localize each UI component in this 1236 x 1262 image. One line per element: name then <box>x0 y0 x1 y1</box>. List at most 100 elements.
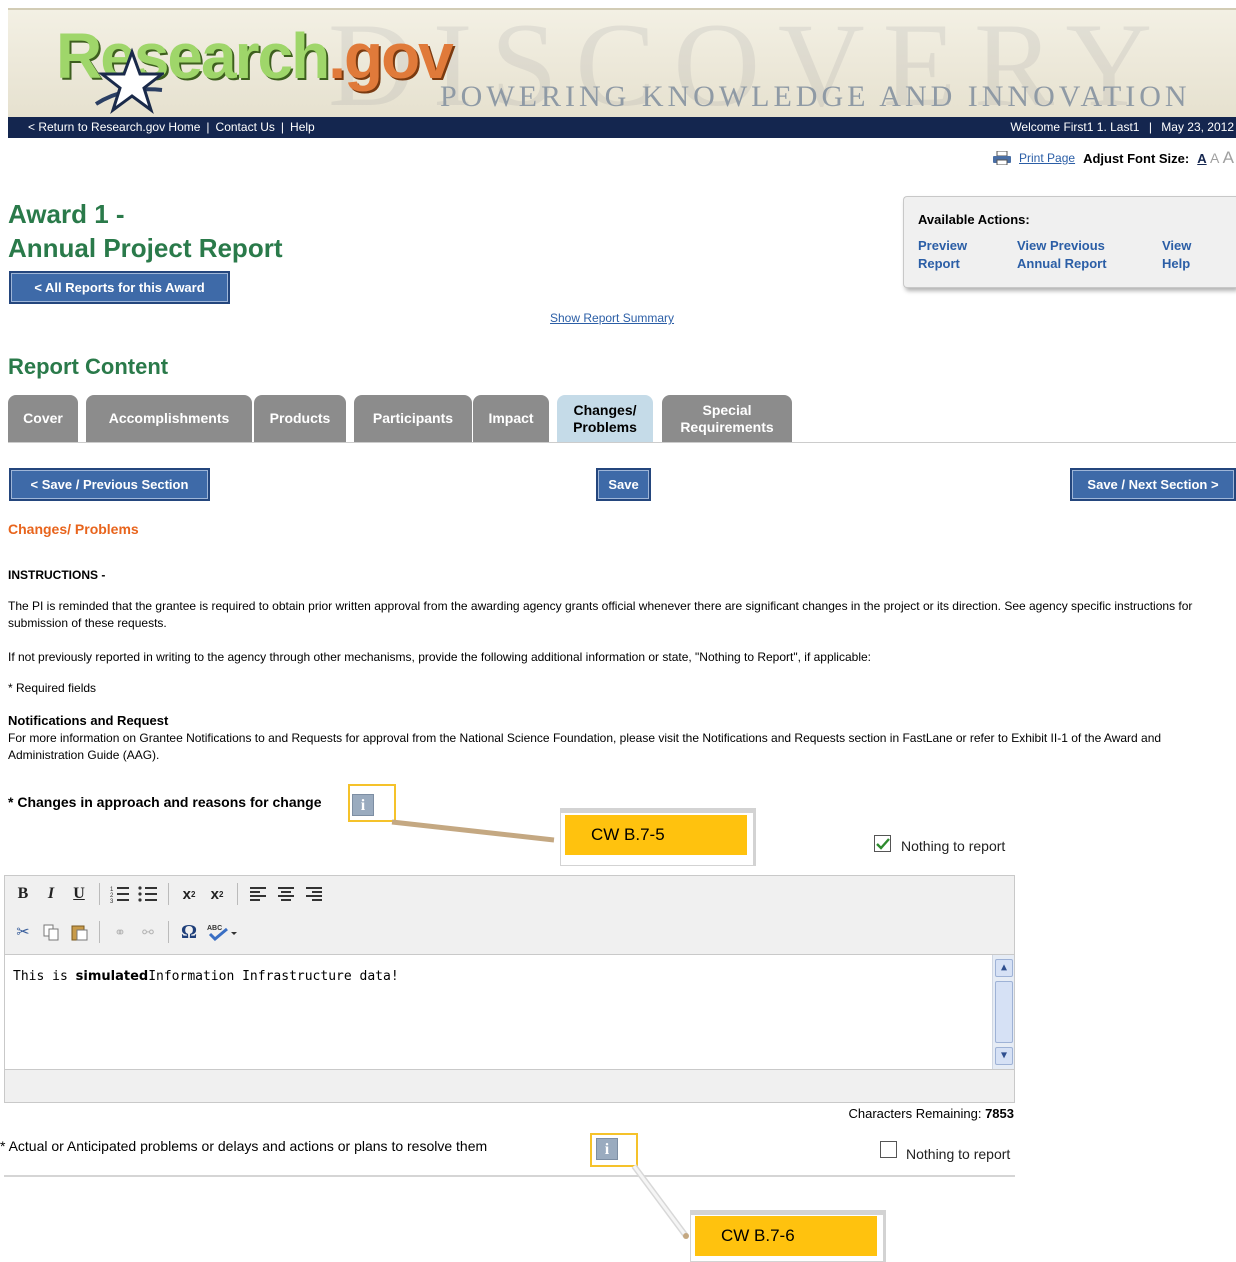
editor-text: This is <box>13 969 76 984</box>
tab-changes-problems[interactable]: Changes/ Problems <box>557 395 653 442</box>
return-home-link[interactable]: < Return to Research.gov Home <box>28 120 200 134</box>
logo-text-suffix: .gov <box>328 20 454 92</box>
underline-icon[interactable]: U <box>67 882 91 906</box>
unlink-icon[interactable]: ⚯ <box>136 920 160 944</box>
page-title-line1: Award 1 - <box>8 199 125 229</box>
print-page-link[interactable]: Print Page <box>1019 151 1075 165</box>
tab-special-requirements[interactable]: Special Requirements <box>662 395 792 442</box>
font-size-small[interactable]: A <box>1197 151 1206 166</box>
header-watermark: DISCOVERY <box>328 8 1171 131</box>
font-size-options: A A A <box>1197 148 1234 168</box>
numbered-list-icon[interactable]: 123 <box>108 882 132 906</box>
toolbar-separator <box>168 883 169 905</box>
bullet-list-icon[interactable] <box>136 882 160 906</box>
view-help-link[interactable]: View Help <box>1162 237 1191 273</box>
scroll-up-icon[interactable]: ▲ <box>995 959 1013 977</box>
welcome-text: Welcome First1 1. Last1 | May 23, 2012 <box>1010 117 1234 138</box>
copy-icon[interactable] <box>39 920 63 944</box>
action-label-line2: Help <box>1162 256 1191 271</box>
tab-label-line1: Changes/ <box>573 401 637 418</box>
current-date: May 23, 2012 <box>1161 120 1234 134</box>
editor-text-area[interactable]: This is simulatedInformation Infrastruct… <box>5 954 1014 1070</box>
info-icon[interactable]: i <box>352 794 374 816</box>
nothing-to-report-label: Nothing to report <box>901 838 1006 854</box>
align-left-icon[interactable] <box>246 882 270 906</box>
nothing-to-report-checkbox[interactable] <box>874 835 891 852</box>
tab-cover[interactable]: Cover <box>8 395 78 442</box>
problems-delays-label: * Actual or Anticipated problems or dela… <box>0 1138 590 1154</box>
tab-label: Participants <box>372 410 454 426</box>
link-icon[interactable]: ⚭ <box>108 920 132 944</box>
show-report-summary-link[interactable]: Show Report Summary <box>550 311 674 325</box>
tab-label-line2: Problems <box>573 418 637 435</box>
tab-accomplishments[interactable]: Accomplishments <box>86 395 252 442</box>
scroll-down-icon[interactable]: ▼ <box>995 1047 1013 1065</box>
tab-products[interactable]: Products <box>254 395 346 442</box>
bold-icon[interactable]: B <box>11 882 35 906</box>
section-divider <box>4 1175 1015 1177</box>
notifications-text: For more information on Grantee Notifica… <box>8 731 1162 762</box>
required-fields-note: * Required fields <box>8 681 97 695</box>
instructions-paragraph-2: If not previously reported in writing to… <box>8 650 871 664</box>
characters-remaining: Characters Remaining: 7853 <box>849 1106 1015 1121</box>
contact-us-link[interactable]: Contact Us <box>216 120 275 134</box>
editor-scrollbar[interactable]: ▲ ▼ <box>992 955 1014 1069</box>
subscript-icon[interactable]: x2 <box>177 882 201 906</box>
toolbar-separator <box>168 921 169 943</box>
nav-separator: | <box>280 120 285 134</box>
editor-toolbar-row-1: B I U 123 x2 x2 <box>11 880 326 908</box>
action-label-line1: View Previous <box>1017 238 1105 253</box>
scrollbar-thumb[interactable] <box>995 981 1013 1043</box>
header-tagline: POWERING KNOWLEDGE AND INNOVATION <box>440 80 1191 113</box>
tab-label-line1: Special <box>702 401 752 418</box>
tab-label: Products <box>269 410 331 426</box>
section-heading: Changes/ Problems <box>8 521 139 537</box>
annotation-callout-2: CW B.7-6 <box>695 1216 877 1256</box>
align-right-icon[interactable] <box>302 882 326 906</box>
nothing-to-report-checkbox-2[interactable] <box>880 1141 897 1158</box>
tab-label: Impact <box>488 410 534 426</box>
save-previous-section-button[interactable]: < Save / Previous Section <box>9 468 210 501</box>
editor-toolbar-row-2: ✂ ⚭ ⚯ Ω ABC <box>11 918 239 946</box>
instructions-paragraph-1: The PI is reminded that the grantee is r… <box>8 599 1193 630</box>
save-next-section-button[interactable]: Save / Next Section > <box>1070 468 1236 501</box>
annotation-callout: CW B.7-5 <box>565 815 747 855</box>
action-label-line1: View <box>1162 238 1192 253</box>
nothing-to-report-label-2: Nothing to report <box>906 1146 1011 1162</box>
toolbar-separator <box>99 883 100 905</box>
printer-icon[interactable] <box>993 151 1012 165</box>
help-link[interactable]: Help <box>290 120 315 134</box>
header-banner: DISCOVERY Research.gov POWERING KNOWLEDG… <box>8 8 1236 131</box>
tab-participants[interactable]: Participants <box>354 395 472 442</box>
nav-separator: | <box>206 120 210 134</box>
page-title: Award 1 - Annual Project Report <box>8 197 282 265</box>
paste-icon[interactable] <box>67 920 91 944</box>
rich-text-editor: B I U 123 x2 x2 ✂ ⚭ ⚯ Ω ABC This is simu… <box>4 875 1015 1103</box>
header-nav: < Return to Research.gov Home | Contact Us… <box>28 117 315 138</box>
action-label-line2: Annual Report <box>1017 256 1107 271</box>
utility-bar: Print Page Adjust Font Size: A A A <box>993 148 1234 168</box>
tab-label-line2: Requirements <box>680 418 774 435</box>
font-size-label: Adjust Font Size: <box>1083 150 1190 166</box>
italic-icon[interactable]: I <box>39 882 63 906</box>
superscript-icon[interactable]: x2 <box>205 882 229 906</box>
font-size-large[interactable]: A <box>1223 148 1234 167</box>
svg-text:3: 3 <box>110 899 114 903</box>
tab-impact[interactable]: Impact <box>473 395 549 442</box>
align-center-icon[interactable] <box>274 882 298 906</box>
problems-delays-label-text: * Actual or Anticipated problems or dela… <box>0 1138 488 1154</box>
spellcheck-icon[interactable]: ABC <box>205 920 239 944</box>
preview-report-link[interactable]: Preview Report <box>918 237 967 273</box>
special-character-icon[interactable]: Ω <box>177 920 201 944</box>
info-icon[interactable]: i <box>596 1138 618 1160</box>
site-header: DISCOVERY Research.gov POWERING KNOWLEDG… <box>8 8 1236 138</box>
callout-connector <box>391 819 555 843</box>
view-previous-annual-report-link[interactable]: View Previous Annual Report <box>1017 237 1107 273</box>
all-reports-button[interactable]: < All Reports for this Award <box>9 271 230 304</box>
save-button[interactable]: Save <box>596 468 651 501</box>
header-nav-bar: < Return to Research.gov Home | Contact Us… <box>8 117 1236 138</box>
font-size-medium[interactable]: A <box>1210 150 1219 166</box>
instructions-title: INSTRUCTIONS - <box>8 568 106 582</box>
cut-icon[interactable]: ✂ <box>11 920 35 944</box>
toolbar-separator <box>99 921 100 943</box>
